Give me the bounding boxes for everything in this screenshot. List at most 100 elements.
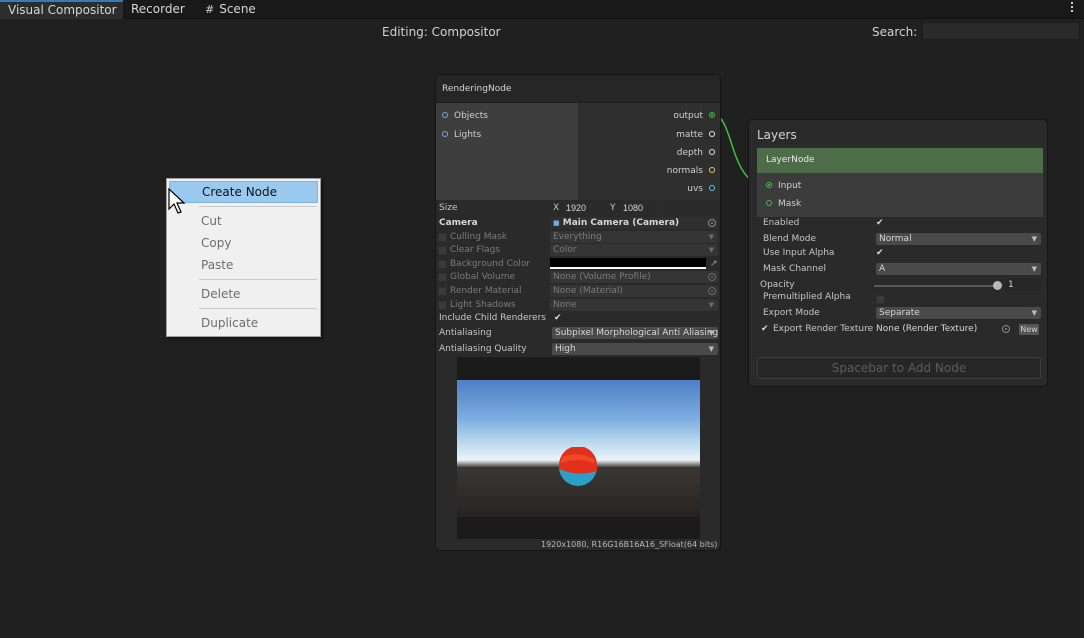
premultiplied-row: Premultiplied Alpha bbox=[749, 291, 1047, 304]
override-checkbox[interactable] bbox=[438, 301, 447, 310]
dropdown-value: Subpixel Morphological Anti Aliasing bbox=[555, 328, 718, 338]
chevron-down-icon: ▼ bbox=[708, 301, 714, 309]
render-preview bbox=[457, 357, 700, 539]
override-checkbox[interactable] bbox=[438, 273, 447, 282]
rendering-node[interactable]: RenderingNode Objects Lights output matt… bbox=[435, 74, 721, 551]
menu-item-paste[interactable]: Paste bbox=[169, 254, 318, 276]
port-input[interactable]: Input bbox=[766, 180, 801, 192]
blend-mode-dropdown[interactable]: Normal ▼ bbox=[876, 233, 1041, 245]
include-child-checkbox[interactable]: ✔ bbox=[554, 312, 562, 325]
port-objects[interactable]: Objects bbox=[442, 110, 488, 122]
mask-channel-row: Mask Channel A ▼ bbox=[749, 263, 1047, 276]
port-mask[interactable]: Mask bbox=[766, 198, 801, 210]
eyedropper-icon[interactable]: ↗ bbox=[710, 258, 718, 271]
prop-label: Light Shadows bbox=[450, 300, 516, 310]
chevron-down-icon: ▼ bbox=[1031, 235, 1037, 243]
input-ports: Objects Lights bbox=[436, 103, 578, 200]
port-uvs[interactable]: uvs bbox=[687, 183, 715, 195]
override-checkbox[interactable] bbox=[438, 246, 447, 255]
include-child-label: Include Child Renderers bbox=[439, 313, 546, 323]
menu-item-cut[interactable]: Cut bbox=[169, 210, 318, 232]
export-mode-row: Export Mode Separate ▼ bbox=[749, 307, 1047, 320]
dropdown-value: Separate bbox=[879, 308, 920, 318]
port-normals[interactable]: normals bbox=[667, 165, 715, 177]
prop-label: Global Volume bbox=[450, 272, 516, 282]
enabled-checkbox[interactable]: ✔ bbox=[876, 217, 884, 230]
blend-mode-label: Blend Mode bbox=[763, 234, 817, 244]
size-y-label: Y bbox=[610, 203, 616, 213]
dropdown-value: A bbox=[879, 264, 886, 274]
export-mode-label: Export Mode bbox=[763, 308, 820, 318]
size-x-input[interactable] bbox=[563, 202, 604, 214]
object-picker-icon[interactable] bbox=[708, 287, 716, 295]
menu-item-delete[interactable]: Delete bbox=[169, 283, 318, 305]
output-ports: output matte depth normals uvs bbox=[578, 103, 720, 200]
antialiasing-quality-label: Antialiasing Quality bbox=[439, 344, 527, 354]
menu-item-create-node[interactable]: Create Node bbox=[169, 181, 318, 203]
menu-item-copy[interactable]: Copy bbox=[169, 232, 318, 254]
prop-label: Clear Flags bbox=[450, 245, 500, 255]
size-row: Size X Y bbox=[436, 202, 720, 215]
clear-flags-dropdown[interactable]: Color ▼ bbox=[550, 244, 718, 256]
export-mode-dropdown[interactable]: Separate ▼ bbox=[876, 307, 1041, 319]
port-dot-icon bbox=[442, 130, 448, 137]
export-render-texture-checkbox[interactable]: ✔ bbox=[761, 323, 769, 336]
port-depth[interactable]: depth bbox=[677, 147, 715, 159]
layers-node[interactable]: Layers LayerNode Input Mask Enabled ✔ Bl… bbox=[748, 119, 1048, 387]
export-render-texture-row: ✔ Export Render Texture None (Render Tex… bbox=[749, 323, 1047, 336]
port-lights[interactable]: Lights bbox=[442, 129, 481, 141]
global-volume-field[interactable]: None (Volume Profile) bbox=[550, 271, 718, 283]
layer-ports: Input Mask bbox=[757, 173, 1043, 217]
chevron-down-icon: ▼ bbox=[708, 345, 714, 353]
object-picker-icon[interactable] bbox=[708, 273, 716, 281]
object-value: None (Material) bbox=[553, 286, 623, 296]
background-color-swatch[interactable] bbox=[550, 258, 706, 269]
node-title: RenderingNode bbox=[436, 75, 720, 103]
object-picker-icon[interactable] bbox=[1002, 325, 1010, 333]
mask-channel-dropdown[interactable]: A ▼ bbox=[876, 263, 1041, 275]
port-dot-icon bbox=[709, 130, 715, 137]
use-input-alpha-checkbox[interactable]: ✔ bbox=[876, 247, 884, 260]
opacity-value: 1 bbox=[1008, 280, 1014, 290]
culling-mask-dropdown[interactable]: Everything ▼ bbox=[550, 231, 718, 243]
new-render-texture-button[interactable]: New bbox=[1018, 323, 1040, 336]
menu-separator bbox=[199, 308, 317, 309]
port-label: Mask bbox=[778, 199, 802, 209]
camera-field[interactable]: ■ Main Camera (Camera) bbox=[550, 217, 718, 229]
override-checkbox[interactable] bbox=[438, 233, 447, 242]
prop-label: Culling Mask bbox=[450, 232, 507, 242]
use-input-alpha-label: Use Input Alpha bbox=[763, 248, 835, 258]
dropdown-value: Normal bbox=[879, 234, 912, 244]
mouse-cursor-icon bbox=[168, 188, 186, 214]
render-texture-field[interactable]: None (Render Texture) bbox=[873, 323, 1013, 335]
port-label: matte bbox=[676, 130, 703, 140]
camera-icon: ■ bbox=[553, 219, 560, 227]
layer-node-header[interactable]: LayerNode bbox=[757, 148, 1043, 173]
global-volume-row: Global Volume None (Volume Profile) bbox=[436, 271, 720, 284]
enabled-row: Enabled ✔ bbox=[749, 217, 1047, 230]
override-checkbox[interactable] bbox=[438, 260, 447, 269]
premultiplied-checkbox[interactable] bbox=[876, 295, 885, 304]
opacity-slider-handle[interactable] bbox=[993, 281, 1002, 290]
antialiasing-dropdown[interactable]: Subpixel Morphological Anti Aliasing ▼ bbox=[552, 327, 718, 339]
size-x-label: X bbox=[553, 203, 560, 213]
opacity-slider-track[interactable] bbox=[874, 285, 1001, 287]
render-material-field[interactable]: None (Material) bbox=[550, 285, 718, 297]
port-dot-icon bbox=[442, 111, 448, 118]
prop-label: Render Material bbox=[450, 286, 522, 296]
port-label: depth bbox=[676, 148, 703, 158]
menu-item-duplicate[interactable]: Duplicate bbox=[169, 312, 318, 334]
background-color-row: Background Color ↗ bbox=[436, 258, 720, 271]
light-shadows-dropdown[interactable]: None ▼ bbox=[550, 299, 718, 311]
dropdown-value: Color bbox=[553, 245, 577, 255]
antialiasing-label: Antialiasing bbox=[439, 328, 492, 338]
opacity-input[interactable]: 1 bbox=[1005, 279, 1041, 291]
antialiasing-quality-dropdown[interactable]: High ▼ bbox=[552, 343, 718, 355]
override-checkbox[interactable] bbox=[438, 287, 447, 296]
object-picker-icon[interactable] bbox=[708, 219, 716, 227]
size-y-input[interactable] bbox=[620, 202, 662, 214]
port-output[interactable]: output bbox=[673, 110, 715, 122]
port-matte[interactable]: matte bbox=[676, 129, 715, 141]
render-material-row: Render Material None (Material) bbox=[436, 285, 720, 298]
port-label: Objects bbox=[454, 111, 489, 121]
